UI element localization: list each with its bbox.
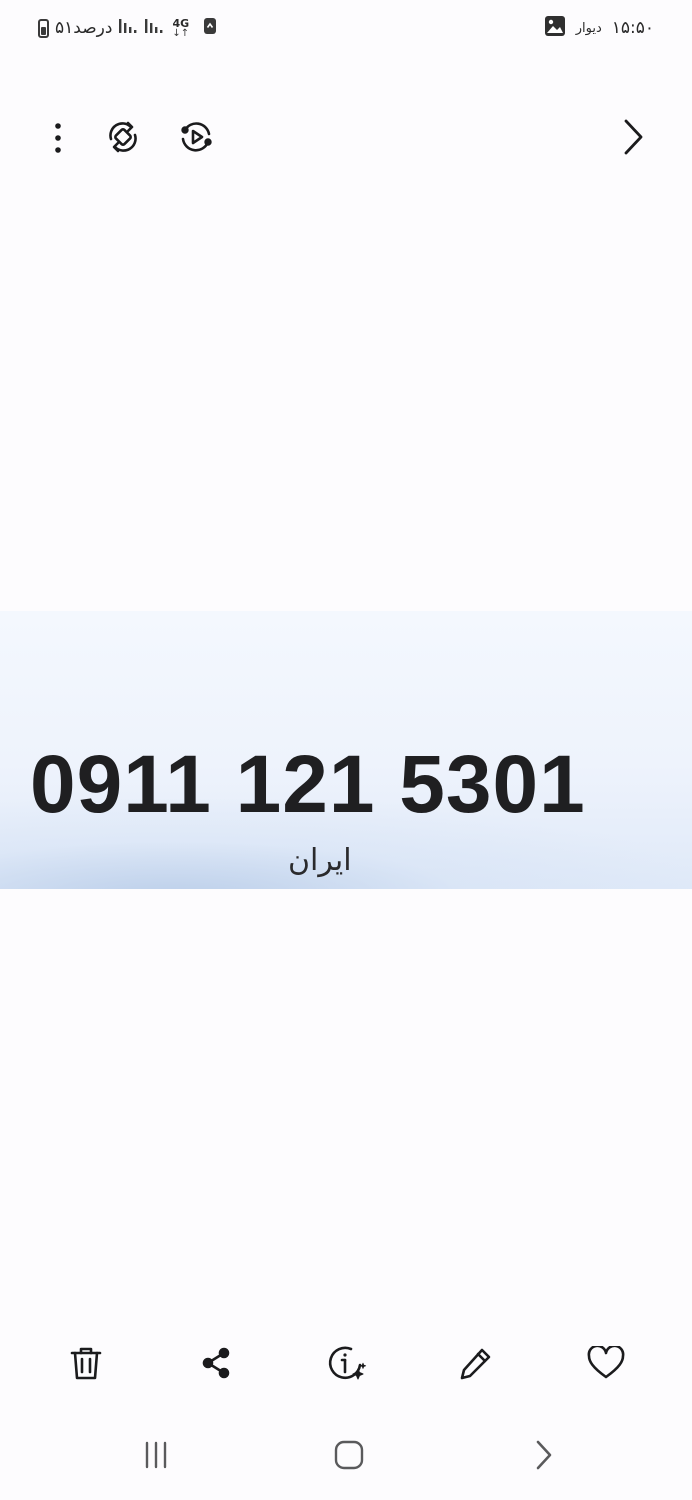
status-bar: ۵۱درصد 4G ↓↑ دیوار ۱۵:۵۰: [0, 0, 692, 56]
country-label: ایران: [288, 843, 352, 878]
rotate-icon[interactable]: [100, 114, 146, 160]
battery-percentage: ۵۱درصد: [55, 18, 113, 38]
data-transfer-icon: ↓↑: [172, 27, 190, 39]
forward-arrow-icon[interactable]: [612, 114, 654, 160]
notification-app-name: دیوار: [575, 20, 602, 36]
home-icon[interactable]: [326, 1435, 372, 1475]
mobile-data-indicator: 4G ↓↑: [172, 18, 189, 39]
clock: ۱۵:۵۰: [611, 18, 654, 38]
more-options-icon[interactable]: [38, 116, 78, 160]
favorite-icon[interactable]: [583, 1341, 629, 1385]
edit-icon[interactable]: [454, 1341, 498, 1385]
phone-number-text: 0911 121 5301: [30, 739, 586, 830]
recent-apps-icon[interactable]: [134, 1435, 178, 1475]
signal-strength-icon-2: [144, 17, 164, 39]
signal-strength-icon-1: [118, 17, 138, 39]
share-icon[interactable]: [194, 1341, 238, 1385]
app-notification-icon: [203, 17, 217, 39]
photo-image[interactable]: 0911 121 5301 ایران: [0, 611, 692, 889]
status-bar-right: دیوار ۱۵:۵۰: [544, 16, 654, 40]
battery-icon: [38, 18, 49, 38]
status-bar-left: ۵۱درصد 4G ↓↑: [38, 16, 217, 40]
viewer-top-toolbar: [0, 108, 692, 168]
network-type: 4G: [172, 16, 190, 30]
delete-icon[interactable]: [64, 1341, 108, 1385]
play-video-icon[interactable]: [173, 114, 219, 160]
viewer-bottom-toolbar: [0, 1335, 692, 1391]
details-icon[interactable]: [324, 1341, 370, 1385]
back-icon[interactable]: [522, 1435, 566, 1475]
system-navigation-bar: [0, 1425, 692, 1485]
gallery-notification-icon: [544, 15, 566, 41]
